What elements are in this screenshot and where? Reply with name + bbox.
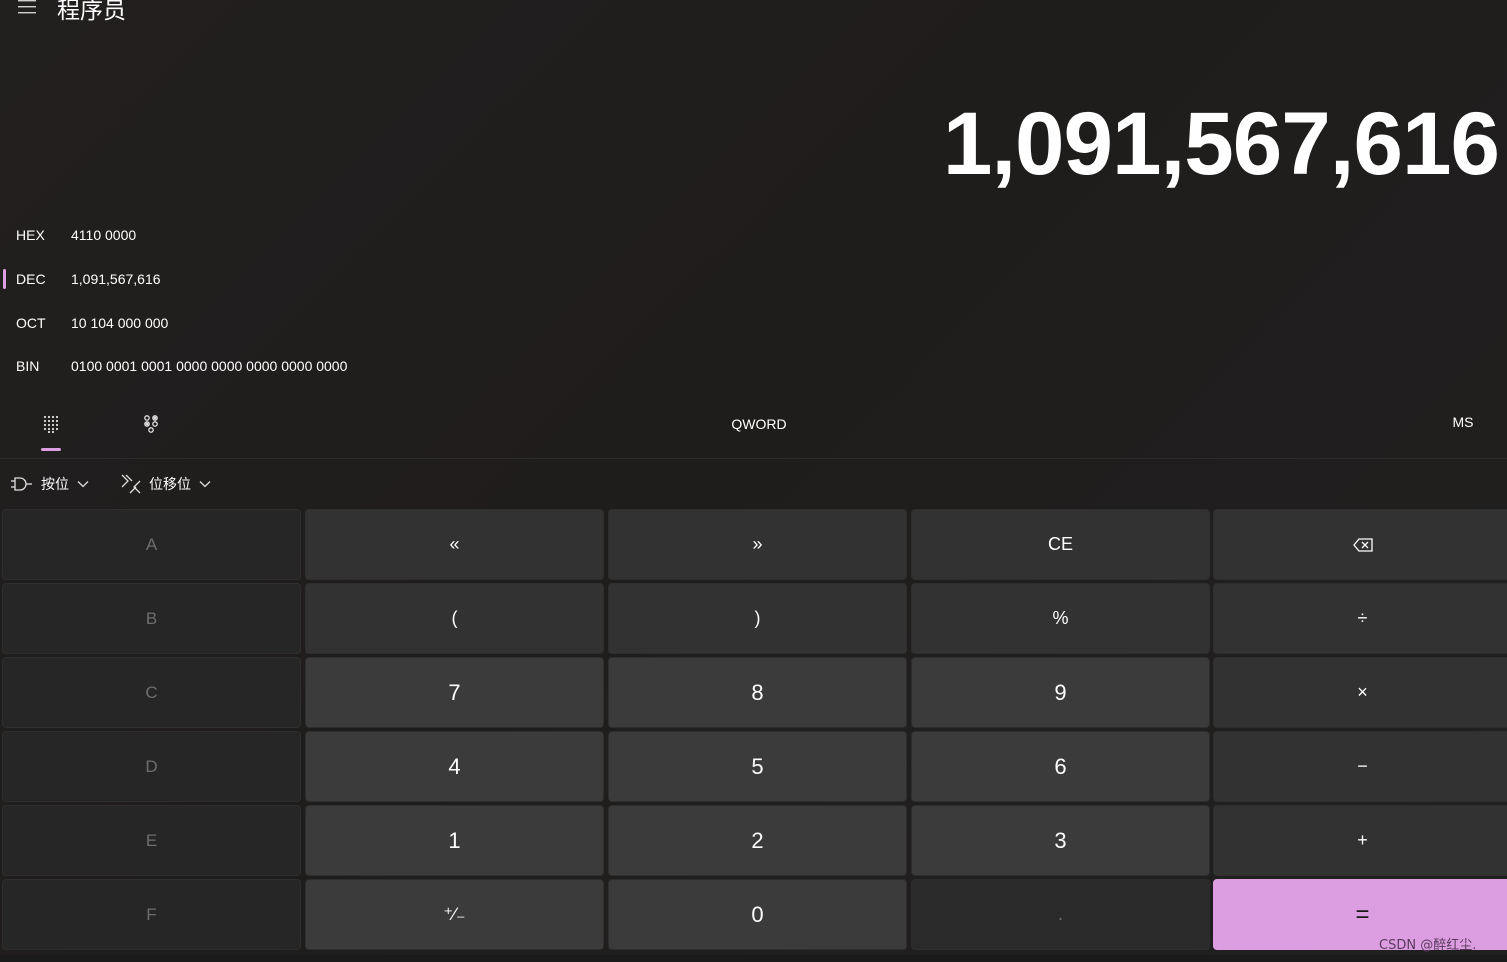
radix-label-oct: OCT <box>16 315 46 331</box>
radix-row-bin[interactable]: BIN 0100 0001 0001 0000 0000 0000 0000 0… <box>0 351 520 381</box>
key-7[interactable]: 7 <box>305 657 604 728</box>
key-left-paren[interactable]: ( <box>305 583 604 654</box>
key-3[interactable]: 3 <box>911 805 1210 876</box>
navigation-menu-button[interactable] <box>10 0 44 20</box>
selected-radix-indicator <box>3 269 6 289</box>
divider <box>0 458 1507 459</box>
radix-label-bin: BIN <box>16 358 40 374</box>
chevron-down-icon <box>77 480 89 488</box>
key-5[interactable]: 5 <box>608 731 907 802</box>
backspace-icon <box>1352 537 1373 552</box>
bit-toggle-keypad-button[interactable] <box>121 400 181 448</box>
key-hex-c[interactable]: C <box>2 657 301 728</box>
key-backspace[interactable] <box>1213 509 1507 580</box>
key-left-shift[interactable]: « <box>305 509 604 580</box>
full-keypad-button[interactable] <box>21 400 81 448</box>
bitwise-dropdown[interactable]: 按位 <box>11 470 89 498</box>
keypad-grid-icon <box>43 415 59 433</box>
keypad: A « » CE B ( ) % ÷ C 7 8 9 × D 4 5 6 − E… <box>2 509 1507 952</box>
radix-value-dec: 1,091,567,616 <box>71 271 161 287</box>
chevron-down-icon <box>199 480 211 488</box>
bitshift-label: 位移位 <box>149 477 191 493</box>
bitwise-label: 按位 <box>41 477 69 493</box>
bottom-strip <box>0 955 1507 962</box>
result-display: 1,091,567,616 <box>942 93 1500 193</box>
key-hex-d[interactable]: D <box>2 731 301 802</box>
key-2[interactable]: 2 <box>608 805 907 876</box>
key-percent[interactable]: % <box>911 583 1210 654</box>
key-hex-e[interactable]: E <box>2 805 301 876</box>
bit-toggle-icon <box>144 415 158 433</box>
key-clear-entry[interactable]: CE <box>911 509 1210 580</box>
key-plus[interactable]: + <box>1213 805 1507 876</box>
radix-label-hex: HEX <box>16 227 45 243</box>
key-multiply[interactable]: × <box>1213 657 1507 728</box>
active-mode-indicator <box>41 448 61 451</box>
hamburger-icon <box>18 0 36 14</box>
radix-row-hex[interactable]: HEX 4110 0000 <box>0 220 520 250</box>
key-hex-b[interactable]: B <box>2 583 301 654</box>
radix-value-hex: 4110 0000 <box>71 227 137 243</box>
key-hex-f[interactable]: F <box>2 879 301 950</box>
key-decimal[interactable]: . <box>911 879 1210 950</box>
calculator-window: 程序员 1,091,567,616 HEX 4110 0000 DEC 1,09… <box>0 0 1507 962</box>
memory-store-button[interactable]: MS <box>1440 408 1486 436</box>
radix-label-dec: DEC <box>16 271 46 287</box>
key-right-paren[interactable]: ) <box>608 583 907 654</box>
key-divide[interactable]: ÷ <box>1213 583 1507 654</box>
key-minus[interactable]: − <box>1213 731 1507 802</box>
watermark: CSDN @醉红尘. <box>1379 938 1477 953</box>
key-4[interactable]: 4 <box>305 731 604 802</box>
radix-row-dec[interactable]: DEC 1,091,567,616 <box>0 264 520 294</box>
key-9[interactable]: 9 <box>911 657 1210 728</box>
radix-value-oct: 10 104 000 000 <box>71 315 169 331</box>
key-8[interactable]: 8 <box>608 657 907 728</box>
radix-value-bin: 0100 0001 0001 0000 0000 0000 0000 0000 <box>71 358 348 374</box>
key-6[interactable]: 6 <box>911 731 1210 802</box>
bitshift-icon <box>121 473 141 495</box>
word-size-button[interactable]: QWORD <box>700 410 818 438</box>
key-right-shift[interactable]: » <box>608 509 907 580</box>
key-1[interactable]: 1 <box>305 805 604 876</box>
bitshift-dropdown[interactable]: 位移位 <box>121 470 211 498</box>
key-0[interactable]: 0 <box>608 879 907 950</box>
key-negate[interactable]: ⁺∕₋ <box>305 879 604 950</box>
mode-title: 程序员 <box>57 0 126 24</box>
logic-gate-icon <box>11 475 33 493</box>
key-hex-a[interactable]: A <box>2 509 301 580</box>
radix-row-oct[interactable]: OCT 10 104 000 000 <box>0 308 520 338</box>
